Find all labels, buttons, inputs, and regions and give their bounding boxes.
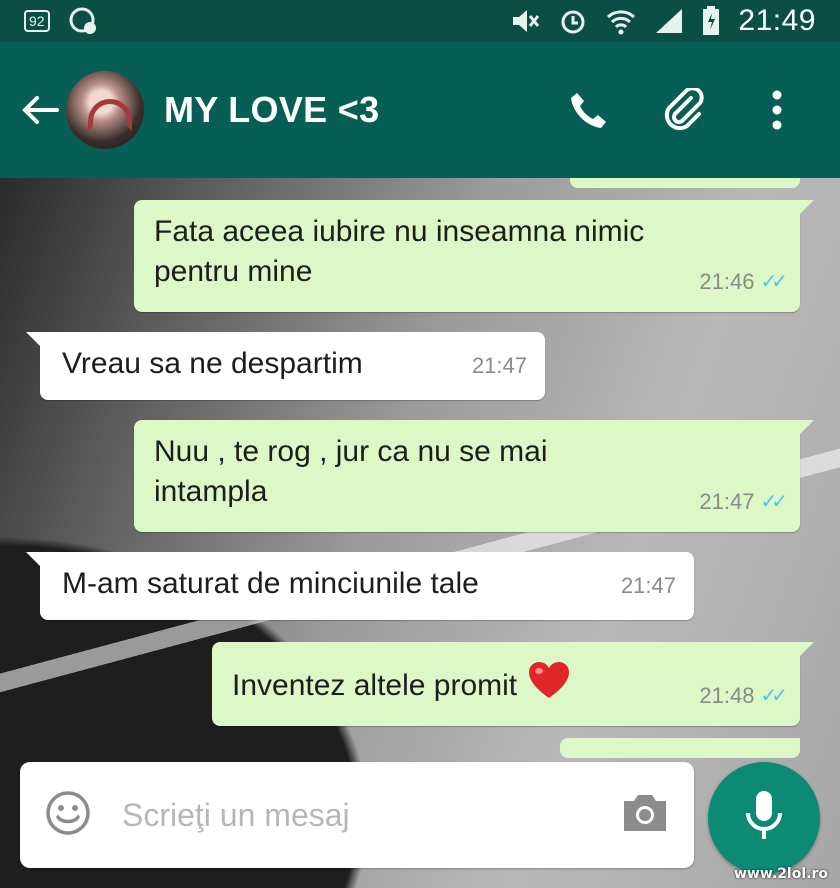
header-actions — [564, 80, 822, 140]
whatsapp-icon — [68, 6, 98, 36]
message-text: Nuu , te rog , jur ca nu se mai — [154, 435, 548, 468]
message-meta: 21:47 — [621, 566, 676, 606]
attach-icon[interactable] — [658, 80, 708, 140]
microphone-icon — [744, 789, 784, 848]
message-meta: 21:47 — [472, 346, 527, 386]
message-text: intampla — [154, 475, 268, 508]
message-time: 21:48 — [699, 683, 755, 708]
message-bubble[interactable]: Vreau sa ne despartim 21:47 — [26, 332, 545, 400]
more-icon[interactable] — [752, 80, 802, 140]
watermark: www.2lol.ro — [733, 866, 828, 882]
phone-icon[interactable] — [564, 80, 614, 140]
message-text: M-am saturat de minciunile tale — [62, 567, 479, 600]
camera-icon[interactable] — [620, 792, 670, 839]
read-ticks-icon: ✓✓ — [760, 271, 787, 293]
bubble-tail — [800, 420, 814, 434]
message-time: 21:46 — [699, 269, 755, 294]
message-input[interactable] — [122, 796, 620, 834]
alarm-icon — [558, 6, 588, 36]
message-composer — [20, 762, 694, 868]
signal-icon — [654, 7, 684, 35]
back-arrow-icon[interactable] — [18, 88, 62, 132]
avatar[interactable] — [66, 71, 144, 149]
bubble-tail — [26, 552, 40, 566]
message-meta: 21:48 ✓✓ — [699, 676, 787, 716]
message-meta: 21:46 ✓✓ — [699, 262, 787, 302]
message-text: Inventez altele promit — [232, 668, 518, 702]
wifi-icon — [606, 7, 636, 35]
status-left: 92 — [24, 6, 98, 36]
status-right: 21:49 — [510, 4, 816, 38]
message-bubble[interactable]: Fata aceea iubire nu inseamna nimic pent… — [134, 200, 814, 312]
message-time: 21:47 — [471, 353, 527, 378]
message-bubble-next — [560, 738, 800, 758]
message-bubble[interactable]: Nuu , te rog , jur ca nu se mai intampla… — [134, 420, 814, 532]
mute-icon — [510, 8, 540, 34]
read-ticks-icon: ✓✓ — [760, 685, 787, 707]
message-text: Fata aceea iubire nu inseamna nimic — [154, 215, 645, 248]
message-meta: 21:47 ✓✓ — [699, 482, 787, 522]
status-time: 21:49 — [738, 4, 816, 37]
bubble-tail — [26, 332, 40, 346]
message-bubble[interactable]: Inventez altele promit 21:48 ✓✓ — [212, 642, 814, 726]
message-time: 21:47 — [620, 573, 676, 598]
bubble-tail — [800, 642, 814, 656]
message-bubble[interactable]: M-am saturat de minciunile tale 21:47 — [26, 552, 694, 620]
message-text: pentru mine — [154, 255, 313, 288]
chat-header: MY LOVE <3 — [0, 42, 840, 178]
bubble-tail — [800, 200, 814, 214]
message-bubble-previous — [570, 178, 800, 188]
battery-icon — [702, 6, 720, 36]
mic-button[interactable] — [708, 762, 820, 874]
contact-name[interactable]: MY LOVE <3 — [164, 89, 564, 131]
message-time: 21:47 — [699, 489, 755, 514]
status-bar: 92 21:49 — [0, 0, 840, 42]
notification-badge-icon: 92 — [24, 10, 50, 32]
message-text: Vreau sa ne despartim — [62, 347, 363, 380]
message-text: Inventez altele promit — [232, 660, 780, 711]
read-ticks-icon: ✓✓ — [760, 491, 787, 513]
emoji-icon[interactable] — [44, 789, 92, 842]
heart-icon — [527, 660, 571, 711]
